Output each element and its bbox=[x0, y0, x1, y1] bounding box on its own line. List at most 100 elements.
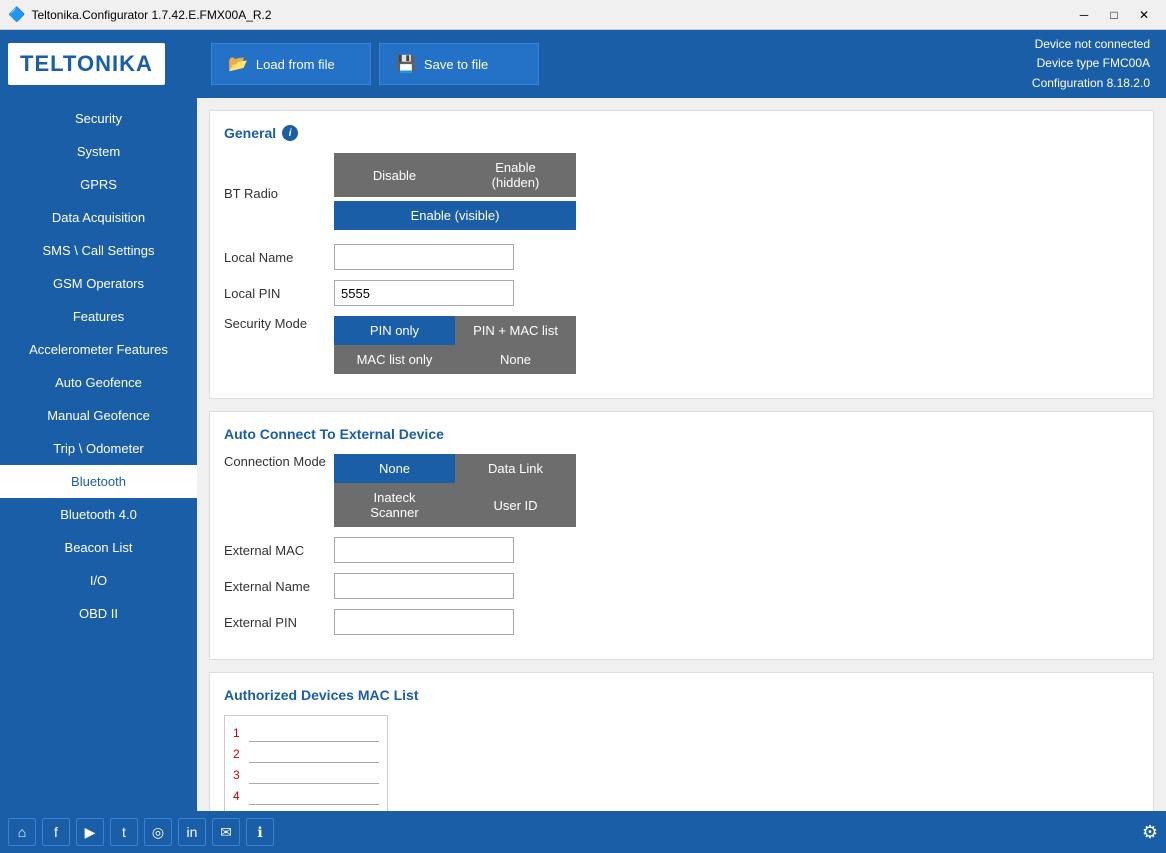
bt-radio-bottom: Enable (visible) bbox=[334, 201, 576, 230]
general-panel-title: General i bbox=[224, 125, 1139, 141]
bt-radio-label: BT Radio bbox=[224, 186, 334, 201]
sidebar-item-i-o[interactable]: I/O bbox=[0, 564, 197, 597]
data-link-button[interactable]: Data Link bbox=[455, 454, 576, 483]
minimize-button[interactable]: ─ bbox=[1070, 4, 1098, 26]
inateck-scanner-button[interactable]: Inateck Scanner bbox=[334, 483, 455, 527]
local-name-row: Local Name bbox=[224, 244, 1139, 270]
none-security-button[interactable]: None bbox=[455, 345, 576, 374]
user-id-button[interactable]: User ID bbox=[455, 483, 576, 527]
linkedin-icon[interactable]: in bbox=[178, 818, 206, 846]
general-panel: General i BT Radio Disable Enable (hidde… bbox=[209, 110, 1154, 399]
logo-area: TELTONIKA bbox=[8, 43, 203, 85]
mac-list-input-2[interactable] bbox=[249, 745, 379, 763]
bottom-bar: ⌂f▶t◎in✉ℹ ⚙ bbox=[0, 811, 1166, 853]
device-type: Device type FMC00A bbox=[1032, 54, 1150, 73]
general-info-icon[interactable]: i bbox=[282, 125, 298, 141]
enable-visible-button[interactable]: Enable (visible) bbox=[334, 201, 576, 230]
title-bar-left: 🔷 Teltonika.Configurator 1.7.42.E.FMX00A… bbox=[8, 6, 272, 23]
settings-gear-icon[interactable]: ⚙ bbox=[1142, 822, 1158, 843]
auto-connect-panel: Auto Connect To External Device Connecti… bbox=[209, 411, 1154, 660]
connection-none-button[interactable]: None bbox=[334, 454, 455, 483]
sidebar-item-beacon-list[interactable]: Beacon List bbox=[0, 531, 197, 564]
facebook-icon[interactable]: f bbox=[42, 818, 70, 846]
external-mac-row: External MAC bbox=[224, 537, 1139, 563]
enable-hidden-button[interactable]: Enable (hidden) bbox=[455, 153, 576, 197]
device-status: Device not connected bbox=[1032, 35, 1150, 54]
device-config: Configuration 8.18.2.0 bbox=[1032, 74, 1150, 93]
mac-list-num-3: 3 bbox=[233, 768, 249, 782]
sidebar-item-trip---odometer[interactable]: Trip \ Odometer bbox=[0, 432, 197, 465]
mac-list-row-4: 4 bbox=[233, 787, 379, 805]
external-name-row: External Name bbox=[224, 573, 1139, 599]
pin-mac-list-button[interactable]: PIN + MAC list bbox=[455, 316, 576, 345]
pin-only-button[interactable]: PIN only bbox=[334, 316, 455, 345]
twitter-icon[interactable]: t bbox=[110, 818, 138, 846]
instagram-icon[interactable]: ◎ bbox=[144, 818, 172, 846]
disable-button[interactable]: Disable bbox=[334, 153, 455, 197]
load-from-file-button[interactable]: 📂 Load from file bbox=[211, 43, 371, 85]
connection-mode-label: Connection Mode bbox=[224, 454, 334, 469]
sidebar-item-features[interactable]: Features bbox=[0, 300, 197, 333]
sidebar-item-sms---call-settings[interactable]: SMS \ Call Settings bbox=[0, 234, 197, 267]
mac-list-panel: Authorized Devices MAC List 12345Import … bbox=[209, 672, 1154, 811]
sidebar-item-manual-geofence[interactable]: Manual Geofence bbox=[0, 399, 197, 432]
external-name-input[interactable] bbox=[334, 573, 514, 599]
save-icon: 💾 bbox=[396, 54, 416, 74]
mac-list-num-4: 4 bbox=[233, 789, 249, 803]
toolbar: TELTONIKA 📂 Load from file 💾 Save to fil… bbox=[0, 30, 1166, 98]
title-bar: 🔷 Teltonika.Configurator 1.7.42.E.FMX00A… bbox=[0, 0, 1166, 30]
external-mac-input[interactable] bbox=[334, 537, 514, 563]
bt-radio-top: Disable Enable (hidden) bbox=[334, 153, 576, 197]
close-button[interactable]: ✕ bbox=[1130, 4, 1158, 26]
mac-list-input-1[interactable] bbox=[249, 724, 379, 742]
bt-radio-row: BT Radio Disable Enable (hidden) Enable … bbox=[224, 153, 1139, 234]
youtube-icon[interactable]: ▶ bbox=[76, 818, 104, 846]
sidebar-item-data-acquisition[interactable]: Data Acquisition bbox=[0, 201, 197, 234]
sidebar-item-accelerometer-features[interactable]: Accelerometer Features bbox=[0, 333, 197, 366]
sidebar-item-gsm-operators[interactable]: GSM Operators bbox=[0, 267, 197, 300]
save-to-file-button[interactable]: 💾 Save to file bbox=[379, 43, 539, 85]
mac-list-title: Authorized Devices MAC List bbox=[224, 687, 1139, 703]
mac-list-row-1: 1 bbox=[233, 724, 379, 742]
content-area: General i BT Radio Disable Enable (hidde… bbox=[197, 98, 1166, 811]
local-pin-input[interactable] bbox=[334, 280, 514, 306]
sidebar-item-system[interactable]: System bbox=[0, 135, 197, 168]
local-pin-row: Local PIN bbox=[224, 280, 1139, 306]
security-mode-label: Security Mode bbox=[224, 316, 334, 331]
title-bar-controls: ─ □ ✕ bbox=[1070, 4, 1158, 26]
mac-list-row-2: 2 bbox=[233, 745, 379, 763]
maximize-button[interactable]: □ bbox=[1100, 4, 1128, 26]
load-icon: 📂 bbox=[228, 54, 248, 74]
logo-box: TELTONIKA bbox=[8, 43, 165, 85]
mac-list-row-3: 3 bbox=[233, 766, 379, 784]
main-layout: SecuritySystemGPRSData AcquisitionSMS \ … bbox=[0, 98, 1166, 811]
external-pin-row: External PIN bbox=[224, 609, 1139, 635]
local-name-input[interactable] bbox=[334, 244, 514, 270]
info-icon[interactable]: ℹ bbox=[246, 818, 274, 846]
sidebar: SecuritySystemGPRSData AcquisitionSMS \ … bbox=[0, 98, 197, 811]
mac-list-container: 12345Import CSVExport CSV bbox=[224, 715, 388, 811]
load-label: Load from file bbox=[256, 57, 335, 72]
external-pin-input[interactable] bbox=[334, 609, 514, 635]
app-title: Teltonika.Configurator 1.7.42.E.FMX00A_R… bbox=[31, 8, 271, 22]
mac-list-only-button[interactable]: MAC list only bbox=[334, 345, 455, 374]
mac-list-input-3[interactable] bbox=[249, 766, 379, 784]
security-mode-group: PIN only PIN + MAC list MAC list only No… bbox=[334, 316, 576, 374]
logo-text: TELTONIKA bbox=[20, 51, 153, 76]
external-mac-label: External MAC bbox=[224, 543, 334, 558]
sidebar-item-gprs[interactable]: GPRS bbox=[0, 168, 197, 201]
bt-radio-group: Disable Enable (hidden) Enable (visible) bbox=[334, 153, 576, 234]
sidebar-item-obd-ii[interactable]: OBD II bbox=[0, 597, 197, 630]
device-info: Device not connected Device type FMC00A … bbox=[1032, 35, 1158, 93]
app-icon: 🔷 bbox=[8, 6, 25, 23]
connection-mode-row: Connection Mode None Data Link Inateck S… bbox=[224, 454, 1139, 527]
local-name-label: Local Name bbox=[224, 250, 334, 265]
home-icon[interactable]: ⌂ bbox=[8, 818, 36, 846]
mac-list-input-4[interactable] bbox=[249, 787, 379, 805]
sidebar-item-security[interactable]: Security bbox=[0, 102, 197, 135]
sidebar-item-bluetooth-4-0[interactable]: Bluetooth 4.0 bbox=[0, 498, 197, 531]
sidebar-item-auto-geofence[interactable]: Auto Geofence bbox=[0, 366, 197, 399]
security-mode-row: Security Mode PIN only PIN + MAC list MA… bbox=[224, 316, 1139, 374]
chat-icon[interactable]: ✉ bbox=[212, 818, 240, 846]
sidebar-item-bluetooth[interactable]: Bluetooth bbox=[0, 465, 197, 498]
